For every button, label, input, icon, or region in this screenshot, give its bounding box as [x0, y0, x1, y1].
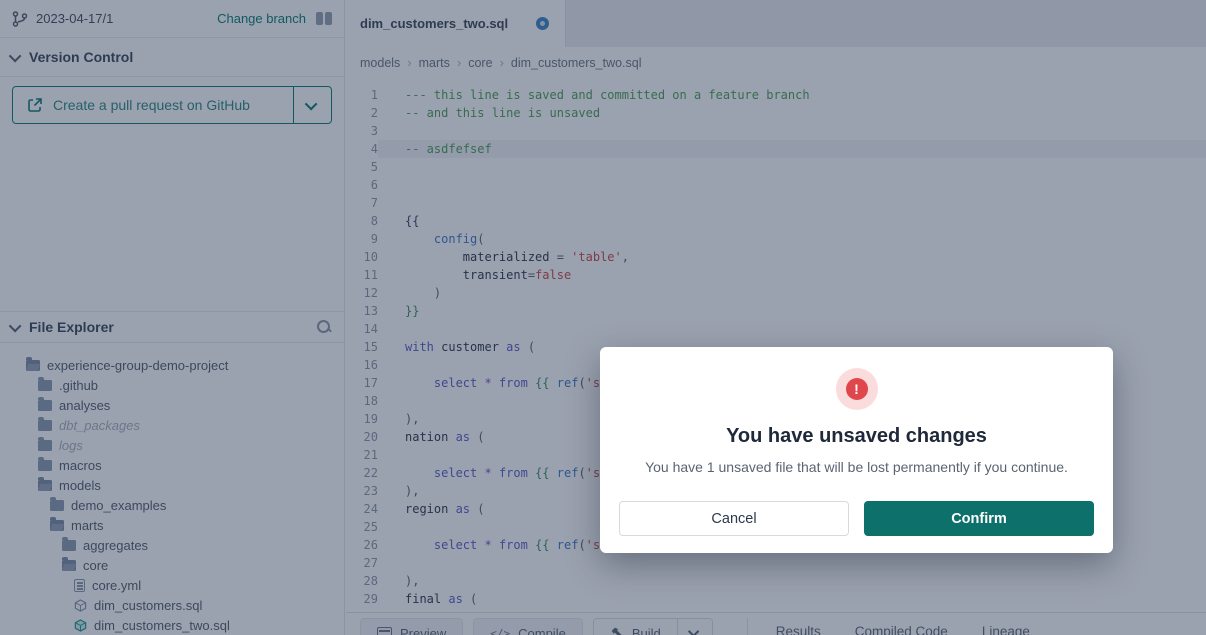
alert-halo: !: [836, 368, 878, 410]
alert-icon: !: [846, 378, 868, 400]
dialog-message: You have 1 unsaved file that will be los…: [600, 459, 1113, 475]
dialog-actions: Cancel Confirm: [600, 501, 1113, 536]
unsaved-changes-dialog: ! You have unsaved changes You have 1 un…: [600, 347, 1113, 553]
cancel-button[interactable]: Cancel: [619, 501, 849, 536]
confirm-button[interactable]: Confirm: [864, 501, 1094, 536]
dbt-cloud-ide: 2023-04-17/1 Change branch Version Contr…: [0, 0, 1206, 635]
dialog-title: You have unsaved changes: [600, 425, 1113, 448]
